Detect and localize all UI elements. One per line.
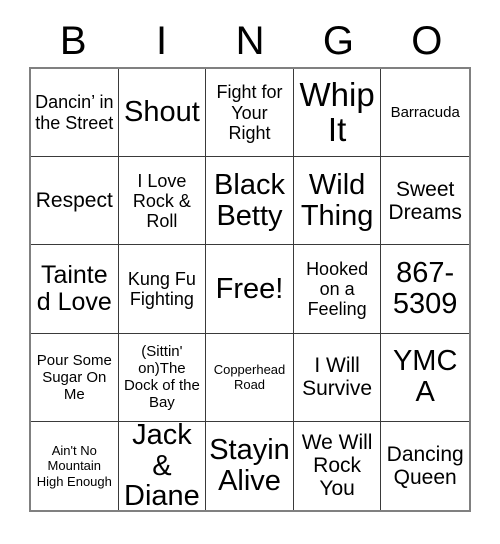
bingo-cell[interactable]: We Will Rock You [293,421,382,510]
bingo-cell-free-space[interactable]: Free! [206,245,294,334]
header-letter-b: B [59,18,87,63]
bingo-cell-label: Tainted Love [36,260,112,316]
bingo-header-row: B I N G O [29,14,471,67]
bingo-cell-label: Dancin’ in the Street [35,92,114,133]
bingo-cell[interactable]: Fight for Your Right [206,69,294,158]
bingo-cell[interactable]: Kung Fu Fighting [118,245,207,334]
bingo-cell-label: Kung Fu Fighting [127,268,196,309]
bingo-cell[interactable]: Shout [118,69,207,158]
bingo-cell[interactable]: Wild Thing [293,157,382,246]
bingo-cell-label: Whip It [299,75,375,148]
bingo-cell-label: Stayin Alive [209,434,290,497]
bingo-cell-label: Dancing Queen [386,442,464,489]
bingo-cell[interactable]: YMCA [381,333,469,422]
bingo-cell-label: Respect [35,189,113,213]
bingo-cell-label: We Will Rock You [301,431,373,501]
header-letter-g: G [322,18,354,63]
bingo-cell[interactable]: (Sittin' on)The Dock of the Bay [118,333,207,422]
bingo-cell-label: Copperhead Road [213,361,286,393]
header-letter-i: I [156,18,168,63]
bingo-cell-label: Black Betty [214,169,285,232]
bingo-cell-label: (Sittin' on)The Dock of the Bay [123,343,200,412]
bingo-cell-label: 867-5309 [392,257,458,320]
bingo-cell-label: Free! [215,272,284,305]
bingo-cell[interactable]: Tainted Love [31,245,119,334]
bingo-cell-label: Shout [123,96,200,129]
bingo-cell[interactable]: Hooked on a Feeling [293,245,382,334]
header-letter-o: O [411,18,443,63]
bingo-cell[interactable]: Respect [31,157,119,246]
bingo-cell-label: Ain't No Mountain High Enough [36,442,112,489]
bingo-cell[interactable]: Ain't No Mountain High Enough [31,421,119,510]
bingo-card: B I N G O Dancin’ in the Street Shout Fi… [0,0,500,544]
bingo-cell[interactable]: Sweet Dreams [381,157,469,246]
bingo-cell-label: Sweet Dreams [388,177,462,224]
bingo-cell-label: I Will Survive [302,354,373,401]
bingo-cell[interactable]: Jack & Diane [118,421,207,510]
bingo-cell[interactable]: Pour Some Sugar On Me [31,333,119,422]
bingo-cell[interactable]: I Will Survive [293,333,382,422]
bingo-cell-label: Barracuda [390,104,460,122]
bingo-cell[interactable]: Black Betty [206,157,294,246]
bingo-cell[interactable]: Whip It [293,69,382,158]
bingo-cell-label: Fight for Your Right [216,82,283,143]
bingo-cell-label: Pour Some Sugar On Me [36,351,112,403]
bingo-cell-label: Jack & Diane [124,421,200,510]
bingo-cell[interactable]: Dancin’ in the Street [31,69,119,158]
bingo-grid: Dancin’ in the Street Shout Fight for Yo… [29,67,471,512]
bingo-cell-label: YMCA [392,345,458,409]
bingo-cell[interactable]: Copperhead Road [206,333,294,422]
bingo-cell-label: Wild Thing [300,169,374,232]
bingo-cell-label: Hooked on a Feeling [306,258,369,320]
bingo-cell[interactable]: Barracuda [381,69,469,158]
bingo-cell-label: I Love Rock & Roll [132,170,191,231]
bingo-cell[interactable]: Dancing Queen [381,421,469,510]
bingo-cell[interactable]: Stayin Alive [206,421,294,510]
bingo-cell[interactable]: I Love Rock & Roll [118,157,207,246]
bingo-cell[interactable]: 867-5309 [381,245,469,334]
header-letter-n: N [235,18,265,63]
